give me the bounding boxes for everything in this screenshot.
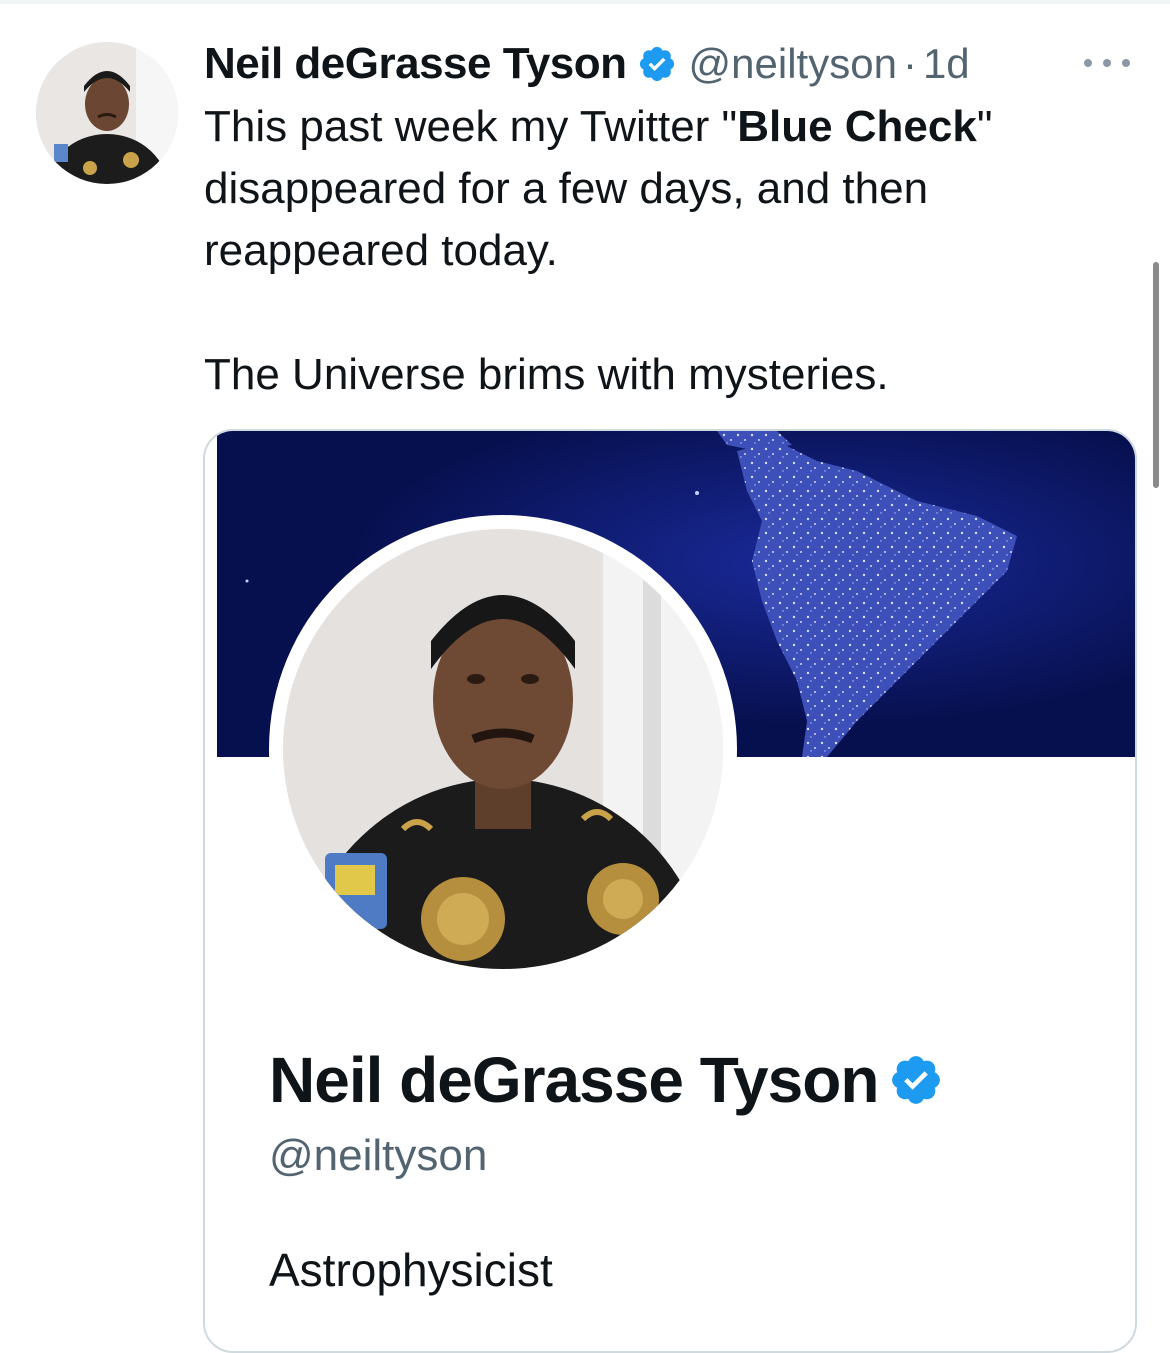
verified-badge-icon[interactable]: [637, 44, 677, 84]
profile-avatar: [283, 529, 723, 969]
avatar-photo: [36, 42, 178, 184]
tweet-author-avatar[interactable]: [36, 42, 178, 184]
profile-bio: Astrophysicist: [269, 1244, 553, 1296]
tweet-media-image[interactable]: Neil deGrasse Tyson @neiltyson Astrophys…: [203, 429, 1137, 1353]
more-options-icon[interactable]: [1084, 46, 1130, 80]
verified-badge-icon: [888, 1052, 944, 1108]
profile-avatar-ring: [269, 515, 737, 983]
scrollbar[interactable]: [1153, 262, 1159, 488]
top-divider: [0, 0, 1170, 4]
more-dot: [1084, 59, 1092, 67]
profile-name-text: Neil deGrasse Tyson: [269, 1044, 879, 1116]
tweet-text-line: reappeared today.: [204, 226, 558, 275]
profile-handle: @neiltyson: [269, 1131, 488, 1180]
tweet-timestamp[interactable]: 1d: [923, 40, 970, 88]
more-dot: [1122, 59, 1130, 67]
tweet-text-line: The Universe brims with mysteries.: [204, 350, 889, 399]
tweet-header: Neil deGrasse Tyson @neiltyson · 1d: [204, 36, 970, 92]
author-display-name[interactable]: Neil deGrasse Tyson: [204, 39, 627, 89]
profile-display-name: Neil deGrasse Tyson: [269, 1043, 944, 1117]
blue-check-emphasis: Blue Check: [737, 102, 977, 151]
tweet-text: This past week my Twitter "Blue Check" d…: [204, 96, 1104, 406]
author-handle[interactable]: @neiltyson: [689, 40, 897, 88]
header-separator: ·: [902, 40, 917, 87]
tweet-text-line: disappeared for a few days, and then: [204, 164, 929, 213]
tweet-text-line: This past week my Twitter "Blue Check": [204, 102, 993, 151]
more-dot: [1103, 59, 1111, 67]
